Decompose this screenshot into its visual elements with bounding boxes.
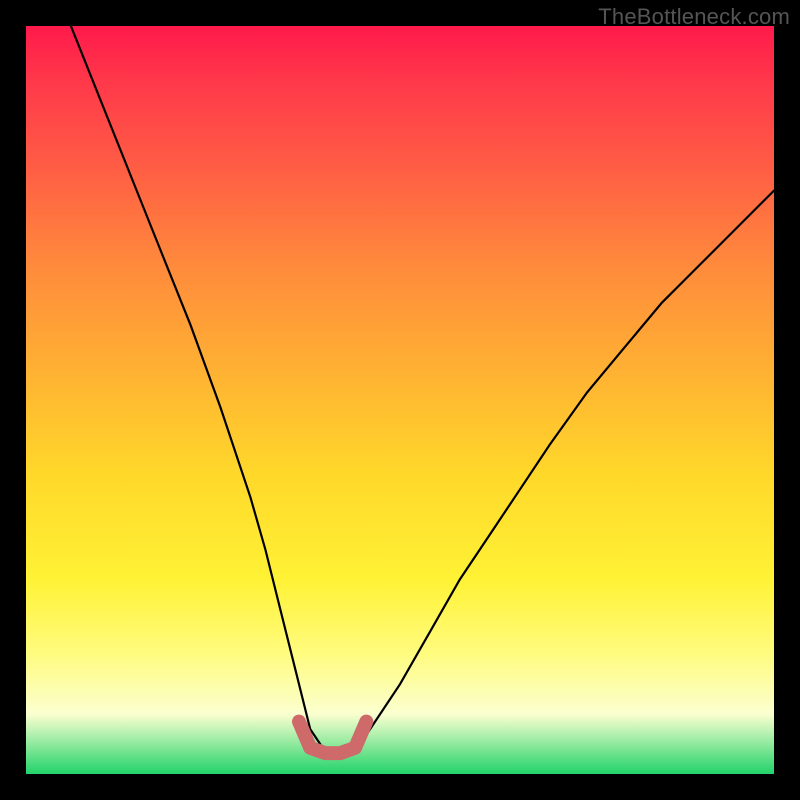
bottleneck-curve (71, 26, 774, 752)
watermark-text: TheBottleneck.com (598, 4, 790, 30)
chart-svg (26, 26, 774, 774)
chart-frame: TheBottleneck.com (0, 0, 800, 800)
plot-area (26, 26, 774, 774)
